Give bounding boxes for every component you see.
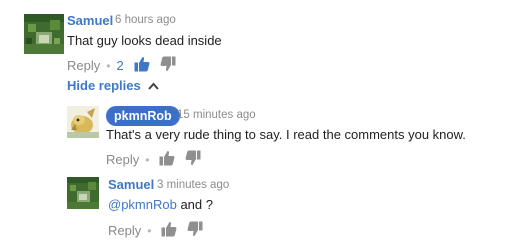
- comment-timestamp[interactable]: 6 hours ago: [115, 14, 176, 26]
- avatar-pkmnrob[interactable]: [67, 106, 99, 138]
- chevron-up-icon: [147, 78, 159, 93]
- reply-text: @pkmnRob and ?: [108, 197, 213, 212]
- avatar-samuel[interactable]: [24, 14, 64, 54]
- separator-dot: •: [106, 58, 111, 73]
- like-count: 2: [116, 58, 124, 73]
- thumbs-up-icon[interactable]: [134, 56, 150, 75]
- separator-dot: •: [145, 152, 150, 167]
- reply-button[interactable]: Reply: [108, 223, 141, 238]
- comment-text: That guy looks dead inside: [67, 33, 222, 48]
- reply-actions: Reply •: [106, 150, 201, 169]
- comment-author[interactable]: Samuel: [67, 13, 113, 28]
- hide-replies-toggle[interactable]: Hide replies: [67, 78, 159, 93]
- thumbs-down-icon[interactable]: [187, 221, 203, 240]
- avatar-samuel[interactable]: [67, 177, 99, 209]
- reply-button[interactable]: Reply: [67, 58, 100, 73]
- reply-text: That's a very rude thing to say. I read …: [106, 127, 466, 142]
- thumbs-down-icon[interactable]: [160, 56, 176, 75]
- thumbs-down-icon[interactable]: [185, 150, 201, 169]
- reply-author-badge[interactable]: pkmnRob: [106, 106, 180, 126]
- reply-text-rest: and ?: [176, 197, 213, 212]
- reply-button[interactable]: Reply: [106, 152, 139, 167]
- reply-author[interactable]: Samuel: [108, 177, 154, 192]
- reply-timestamp[interactable]: 3 minutes ago: [157, 179, 229, 191]
- thumbs-up-icon[interactable]: [159, 150, 175, 169]
- hide-replies-label: Hide replies: [67, 78, 141, 93]
- thumbs-up-icon[interactable]: [161, 221, 177, 240]
- reply-timestamp[interactable]: 15 minutes ago: [177, 109, 256, 121]
- comment-actions: Reply • 2: [67, 56, 176, 75]
- reply-actions: Reply •: [108, 221, 203, 240]
- mention-link[interactable]: @pkmnRob: [108, 197, 177, 212]
- separator-dot: •: [147, 223, 152, 238]
